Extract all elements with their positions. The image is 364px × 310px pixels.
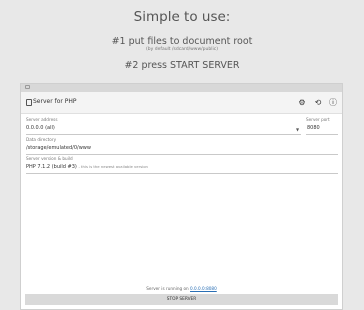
status-bar	[21, 84, 342, 92]
server-version-underline	[26, 173, 338, 174]
file-icon	[26, 99, 32, 106]
promo-step-1: #1 put files to document root	[111, 36, 253, 47]
promo-step-1-subtitle: (by default /sdcard/www/public)	[146, 47, 218, 52]
server-port-underline	[306, 134, 338, 135]
server-version-label: Server version & build	[26, 156, 73, 161]
app-title: Server for PHP	[33, 98, 77, 105]
promo-step-2: #2 press START SERVER	[124, 60, 240, 71]
server-version-field[interactable]: PHP 7.1.2 (build #3) - this is the newes…	[26, 164, 148, 170]
server-status-text: Server is running on	[146, 286, 189, 291]
server-version-hint: - this is the newest available version	[78, 164, 148, 169]
server-port-field[interactable]: 8080	[307, 125, 320, 131]
app-bar: Server for PHP ⚙ ⟲ ⓘ	[21, 92, 342, 114]
server-url-link[interactable]: 0.0.0.0:8080	[190, 286, 217, 291]
server-address-label: Server address	[26, 117, 58, 122]
data-directory-underline	[26, 154, 338, 155]
server-port-label: Server port	[306, 117, 330, 122]
app-window: Server for PHP ⚙ ⟲ ⓘ Server address 0.0.…	[20, 83, 343, 310]
stop-server-button[interactable]: STOP SERVER	[25, 294, 338, 305]
promo-headline: Simple to use:	[133, 9, 231, 25]
history-icon[interactable]: ⟲	[312, 97, 324, 109]
help-icon[interactable]: ⓘ	[327, 97, 339, 109]
server-version-value: PHP 7.1.2 (build #3)	[26, 164, 77, 170]
chevron-down-icon[interactable]: ▼	[296, 127, 299, 132]
data-directory-label: Data directory	[26, 137, 57, 142]
server-status: Server is running on 0.0.0.0:8080	[21, 286, 342, 291]
notification-icon	[25, 85, 30, 89]
server-address-select[interactable]: 0.0.0.0 (all)	[26, 125, 55, 131]
gear-icon[interactable]: ⚙	[296, 97, 308, 109]
server-address-underline	[26, 134, 301, 135]
data-directory-field[interactable]: /storage/emulated/0/www	[26, 145, 91, 151]
